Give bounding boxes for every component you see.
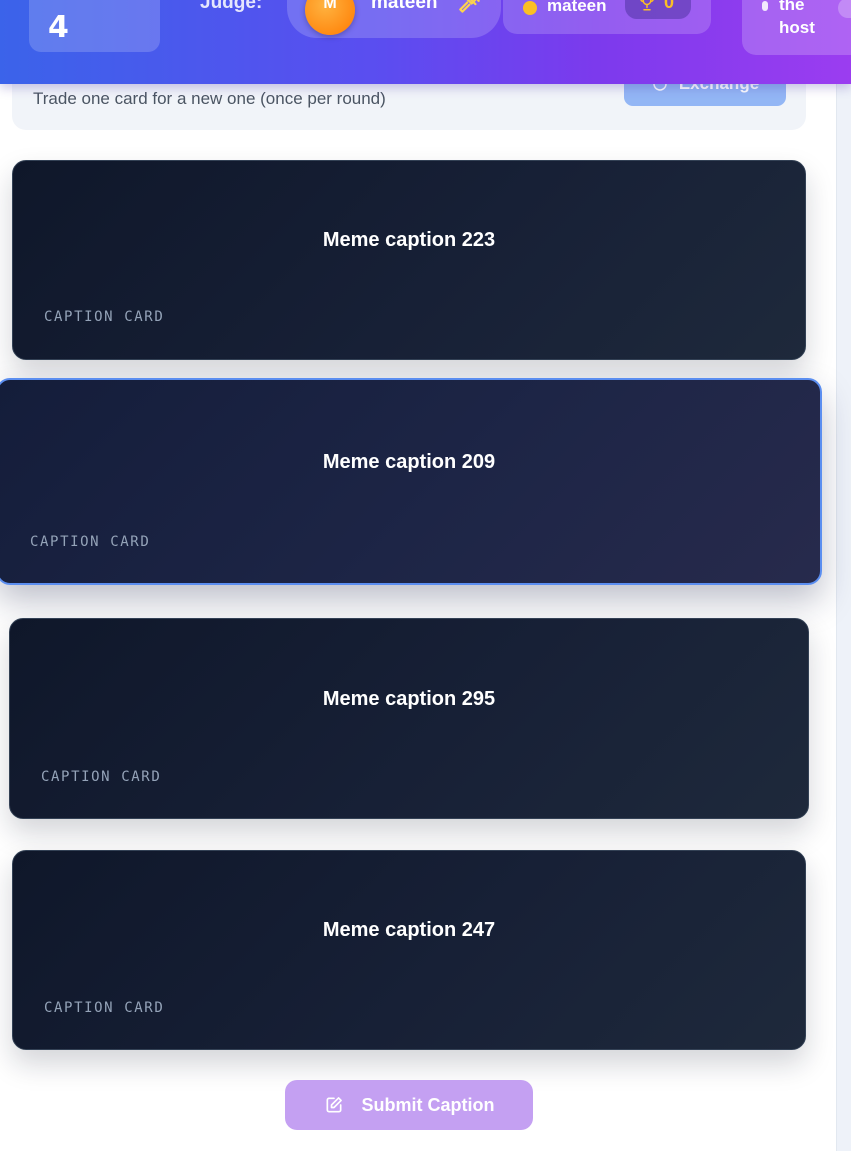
judge-label: Judge: — [200, 0, 263, 13]
submit-button-label: Submit Caption — [361, 1094, 495, 1115]
caption-card[interactable]: Meme caption 223 CAPTION CARD — [12, 160, 806, 360]
host-label: the host — [779, 0, 815, 37]
score-value: 0 — [664, 0, 675, 12]
card-type-label: CAPTION CARD — [41, 769, 162, 785]
exchange-hint: Trade one card for a new one (once per r… — [33, 89, 386, 108]
card-caption: Meme caption 247 — [322, 919, 496, 941]
trophy-icon — [640, 0, 654, 11]
judge-badge: M mateen — [287, 0, 501, 38]
caption-card-selected[interactable]: Meme caption 209 CAPTION CARD — [0, 378, 822, 585]
edit-icon — [326, 1097, 342, 1113]
gavel-icon — [459, 0, 480, 13]
caption-card[interactable]: Meme caption 295 CAPTION CARD — [9, 618, 809, 819]
avatar: M — [305, 0, 355, 35]
caption-card[interactable]: Meme caption 247 CAPTION CARD — [12, 850, 806, 1050]
card-caption: Meme caption 295 — [322, 688, 496, 710]
host-indicator — [762, 1, 768, 11]
judge-name: mateen — [371, 0, 438, 13]
score-badge: 0 — [625, 0, 691, 19]
game-header: 4 Judge: M mateen mateen 0 the host — [0, 0, 851, 84]
avatar-initial: M — [323, 0, 337, 12]
round-number: 4 — [48, 10, 69, 45]
card-caption: Meme caption 209 — [322, 451, 496, 473]
card-type-label: CAPTION CARD — [44, 1000, 165, 1016]
host-badge — [838, 0, 851, 18]
player-chip: mateen 0 — [503, 0, 711, 34]
status-dot — [523, 1, 537, 15]
card-caption: Meme caption 223 — [322, 229, 496, 251]
round-counter: 4 — [29, 0, 160, 52]
scrollbar-track[interactable] — [836, 0, 851, 1151]
submit-caption-button[interactable]: Submit Caption — [285, 1080, 533, 1130]
card-type-label: CAPTION CARD — [30, 534, 151, 550]
card-type-label: CAPTION CARD — [44, 309, 165, 325]
host-chip: the host — [742, 0, 851, 55]
player-name: mateen — [547, 0, 607, 15]
